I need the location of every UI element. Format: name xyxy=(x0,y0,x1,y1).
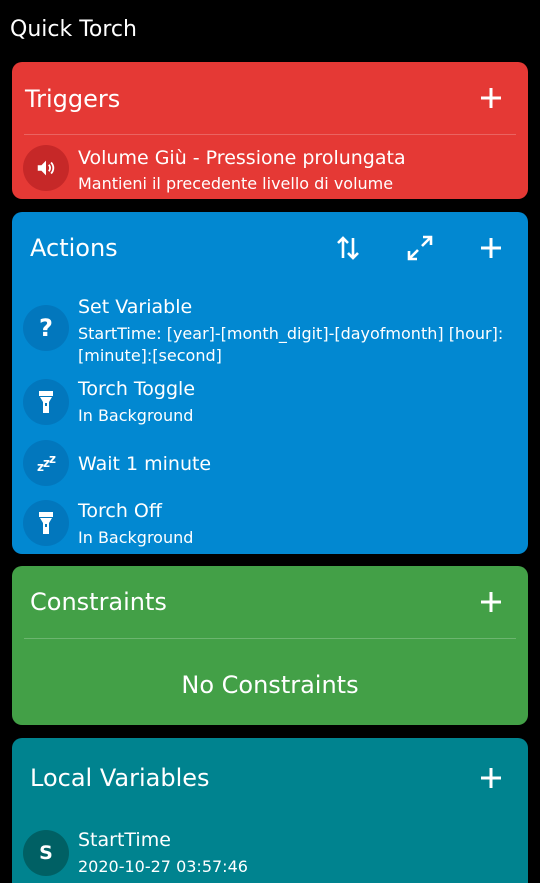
action-item-torch-toggle[interactable]: Torch Toggle In Background xyxy=(12,374,528,434)
volume-icon xyxy=(23,145,69,191)
action-title: Wait 1 minute xyxy=(78,453,212,475)
triggers-header: Triggers xyxy=(12,62,528,134)
local-variables-header: Local Variables xyxy=(12,738,528,810)
triggers-title: Triggers xyxy=(25,85,121,113)
add-variable-button[interactable] xyxy=(471,758,511,798)
local-variables-title: Local Variables xyxy=(30,764,210,792)
swap-vertical-icon xyxy=(337,236,359,260)
action-subtitle: In Background xyxy=(78,528,194,547)
question-icon: ? xyxy=(23,305,69,351)
trigger-subtitle: Mantieni il precedente livello di volume xyxy=(78,174,394,193)
expand-icon xyxy=(407,235,433,261)
action-title: Torch Off xyxy=(78,500,162,522)
add-action-button[interactable] xyxy=(471,228,511,268)
add-trigger-button[interactable] xyxy=(471,78,511,118)
action-item-set-variable[interactable]: ? Set Variable StartTime: [year]-[month_… xyxy=(12,288,528,368)
triggers-card: Triggers Volume Giù - Pressione prolunga… xyxy=(12,62,528,199)
action-subtitle: StartTime: [year]-[month_digit]-[dayofmo… xyxy=(78,324,504,365)
add-constraint-button[interactable] xyxy=(471,582,511,622)
plus-icon xyxy=(481,768,501,788)
app-title: Quick Torch xyxy=(10,17,137,42)
trigger-item[interactable]: Volume Giù - Pressione prolungata Mantie… xyxy=(12,135,528,199)
variable-name: StartTime xyxy=(78,829,171,851)
actions-card: Actions ? Set Variable StartTime: [year]… xyxy=(12,212,528,554)
constraints-card: Constraints No Constraints xyxy=(12,566,528,725)
constraints-header: Constraints xyxy=(12,566,528,638)
variable-type-badge: S xyxy=(23,830,69,876)
trigger-title: Volume Giù - Pressione prolungata xyxy=(78,147,406,169)
plus-icon xyxy=(481,238,501,258)
reorder-button[interactable] xyxy=(328,228,368,268)
plus-icon xyxy=(481,88,501,108)
variable-value: 2020-10-27 03:57:46 xyxy=(78,857,248,876)
local-variables-card: Local Variables S StartTime 2020-10-27 0… xyxy=(12,738,528,883)
divider xyxy=(24,638,516,639)
constraints-title: Constraints xyxy=(30,588,167,616)
action-title: Torch Toggle xyxy=(78,378,196,400)
flashlight-icon xyxy=(23,500,69,546)
no-constraints-text: No Constraints xyxy=(181,671,359,699)
actions-title: Actions xyxy=(30,234,118,262)
action-item-torch-off[interactable]: Torch Off In Background xyxy=(12,496,528,554)
action-subtitle: In Background xyxy=(78,406,194,425)
actions-header: Actions xyxy=(12,212,528,284)
action-title: Set Variable xyxy=(78,296,193,318)
variable-item[interactable]: S StartTime 2020-10-27 03:57:46 xyxy=(12,824,528,883)
sleep-icon: zzz xyxy=(23,440,69,486)
expand-button[interactable] xyxy=(400,228,440,268)
flashlight-icon xyxy=(23,379,69,425)
plus-icon xyxy=(481,592,501,612)
action-item-wait[interactable]: zzz Wait 1 minute xyxy=(12,438,528,490)
